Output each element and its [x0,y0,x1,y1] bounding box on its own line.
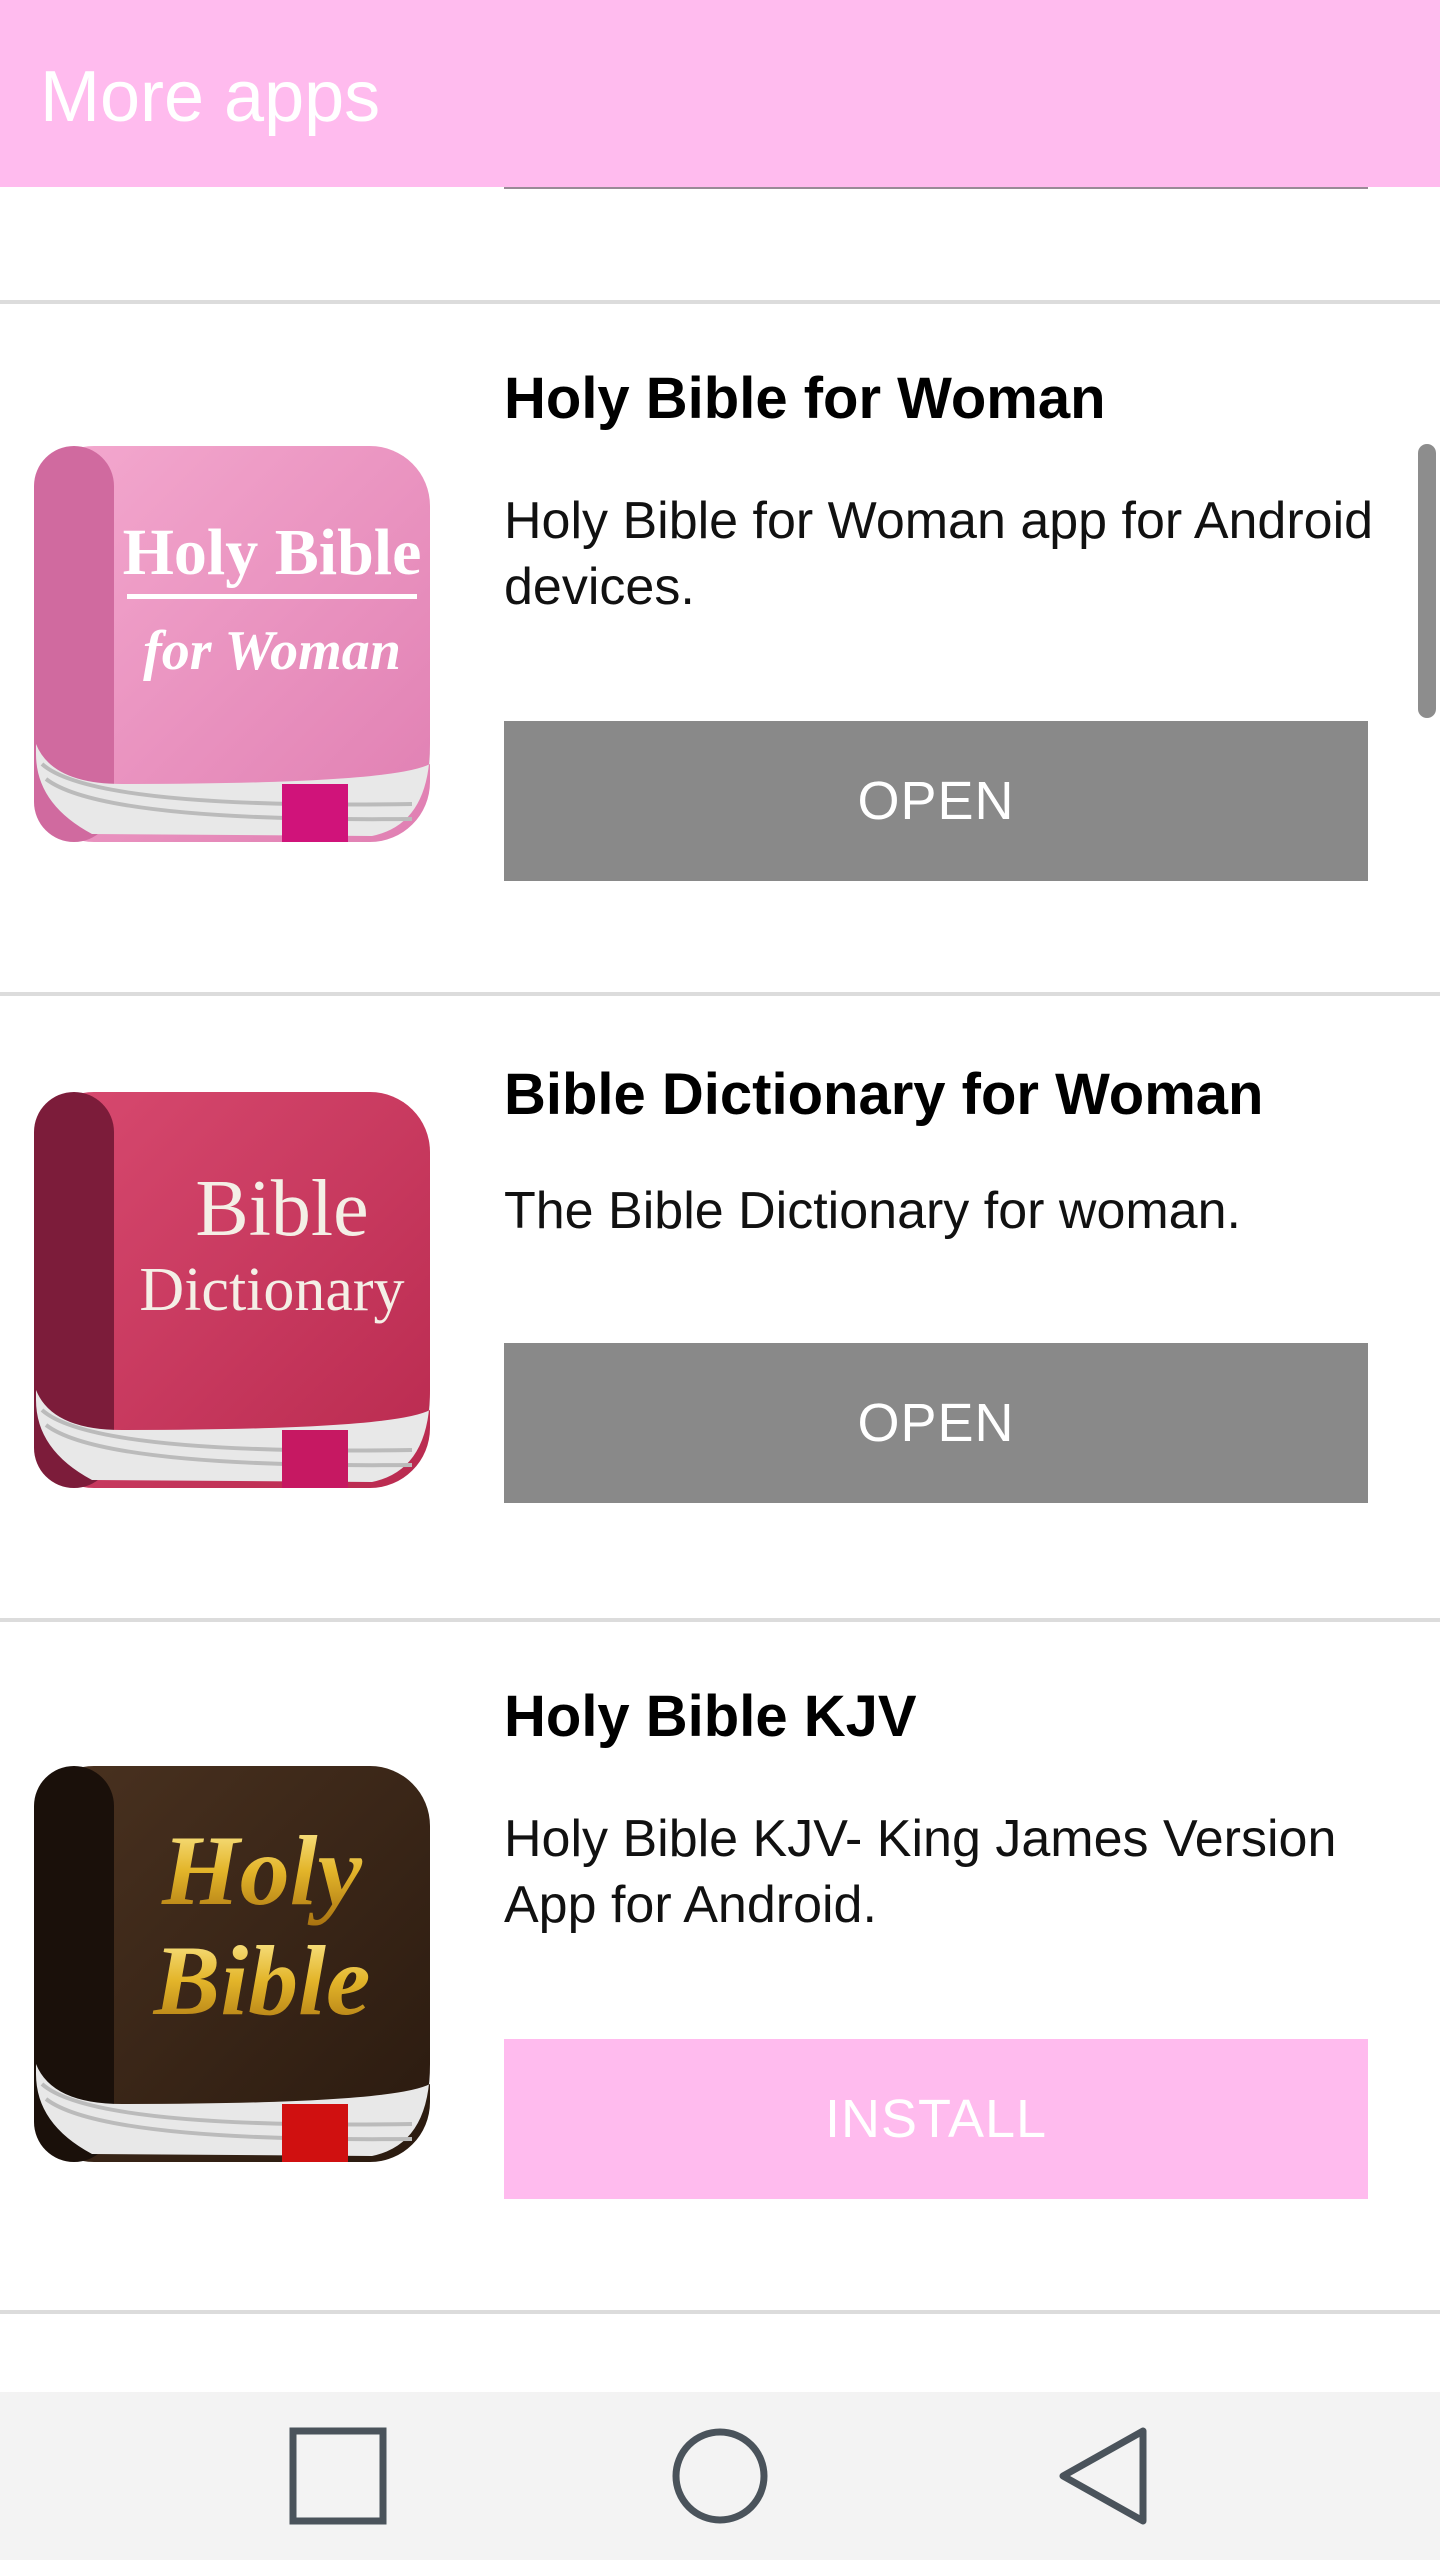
list-item: Holy Bible Holy Bible KJV Holy Bible KJV… [0,1622,1440,2312]
home-circle-icon[interactable] [660,2426,780,2526]
svg-text:Dictionary: Dictionary [139,1256,404,1324]
list-item: Bible Dictionary Bible Dictionary for Wo… [0,996,1440,1622]
install-button[interactable]: INSTALL [504,2039,1368,2199]
holy-bible-for-woman-icon[interactable]: Holy Bible for Woman [32,444,432,844]
svg-text:Bible: Bible [153,1925,371,2036]
bible-dictionary-icon[interactable]: Bible Dictionary [32,1090,432,1490]
page-title: More apps [40,57,381,137]
recents-square-icon[interactable] [278,2426,398,2526]
svg-text:for Woman: for Woman [143,620,401,682]
app-description: The Bible Dictionary for woman. [504,1182,1241,1240]
app-description: Holy Bible for Woman app for Android dev… [504,492,1374,616]
divider [0,2310,1440,2314]
scrollbar-thumb[interactable] [1418,444,1436,718]
app-title: Bible Dictionary for Woman [504,1062,1264,1127]
list-item: Holy Bible for Woman Holy Bible for Woma… [0,304,1440,994]
open-button[interactable]: OPEN [504,721,1368,881]
open-button[interactable]: OPEN [504,1343,1368,1503]
apps-list[interactable]: Holy Bible for Woman Holy Bible for Woma… [0,187,1440,2392]
previous-item-button-edge [504,187,1368,189]
app-title: Holy Bible KJV [504,1684,917,1749]
svg-text:Holy: Holy [161,1815,363,1926]
app-title: Holy Bible for Woman [504,366,1106,431]
app-description: Holy Bible KJV- King James Version App f… [504,1810,1337,1934]
app-bar: More apps [0,0,1440,187]
back-triangle-icon[interactable] [1043,2426,1163,2526]
svg-text:Holy Bible: Holy Bible [123,516,422,589]
system-nav-bar [0,2392,1440,2560]
holy-bible-kjv-icon[interactable]: Holy Bible [32,1764,432,2164]
svg-text:Bible: Bible [195,1165,368,1253]
